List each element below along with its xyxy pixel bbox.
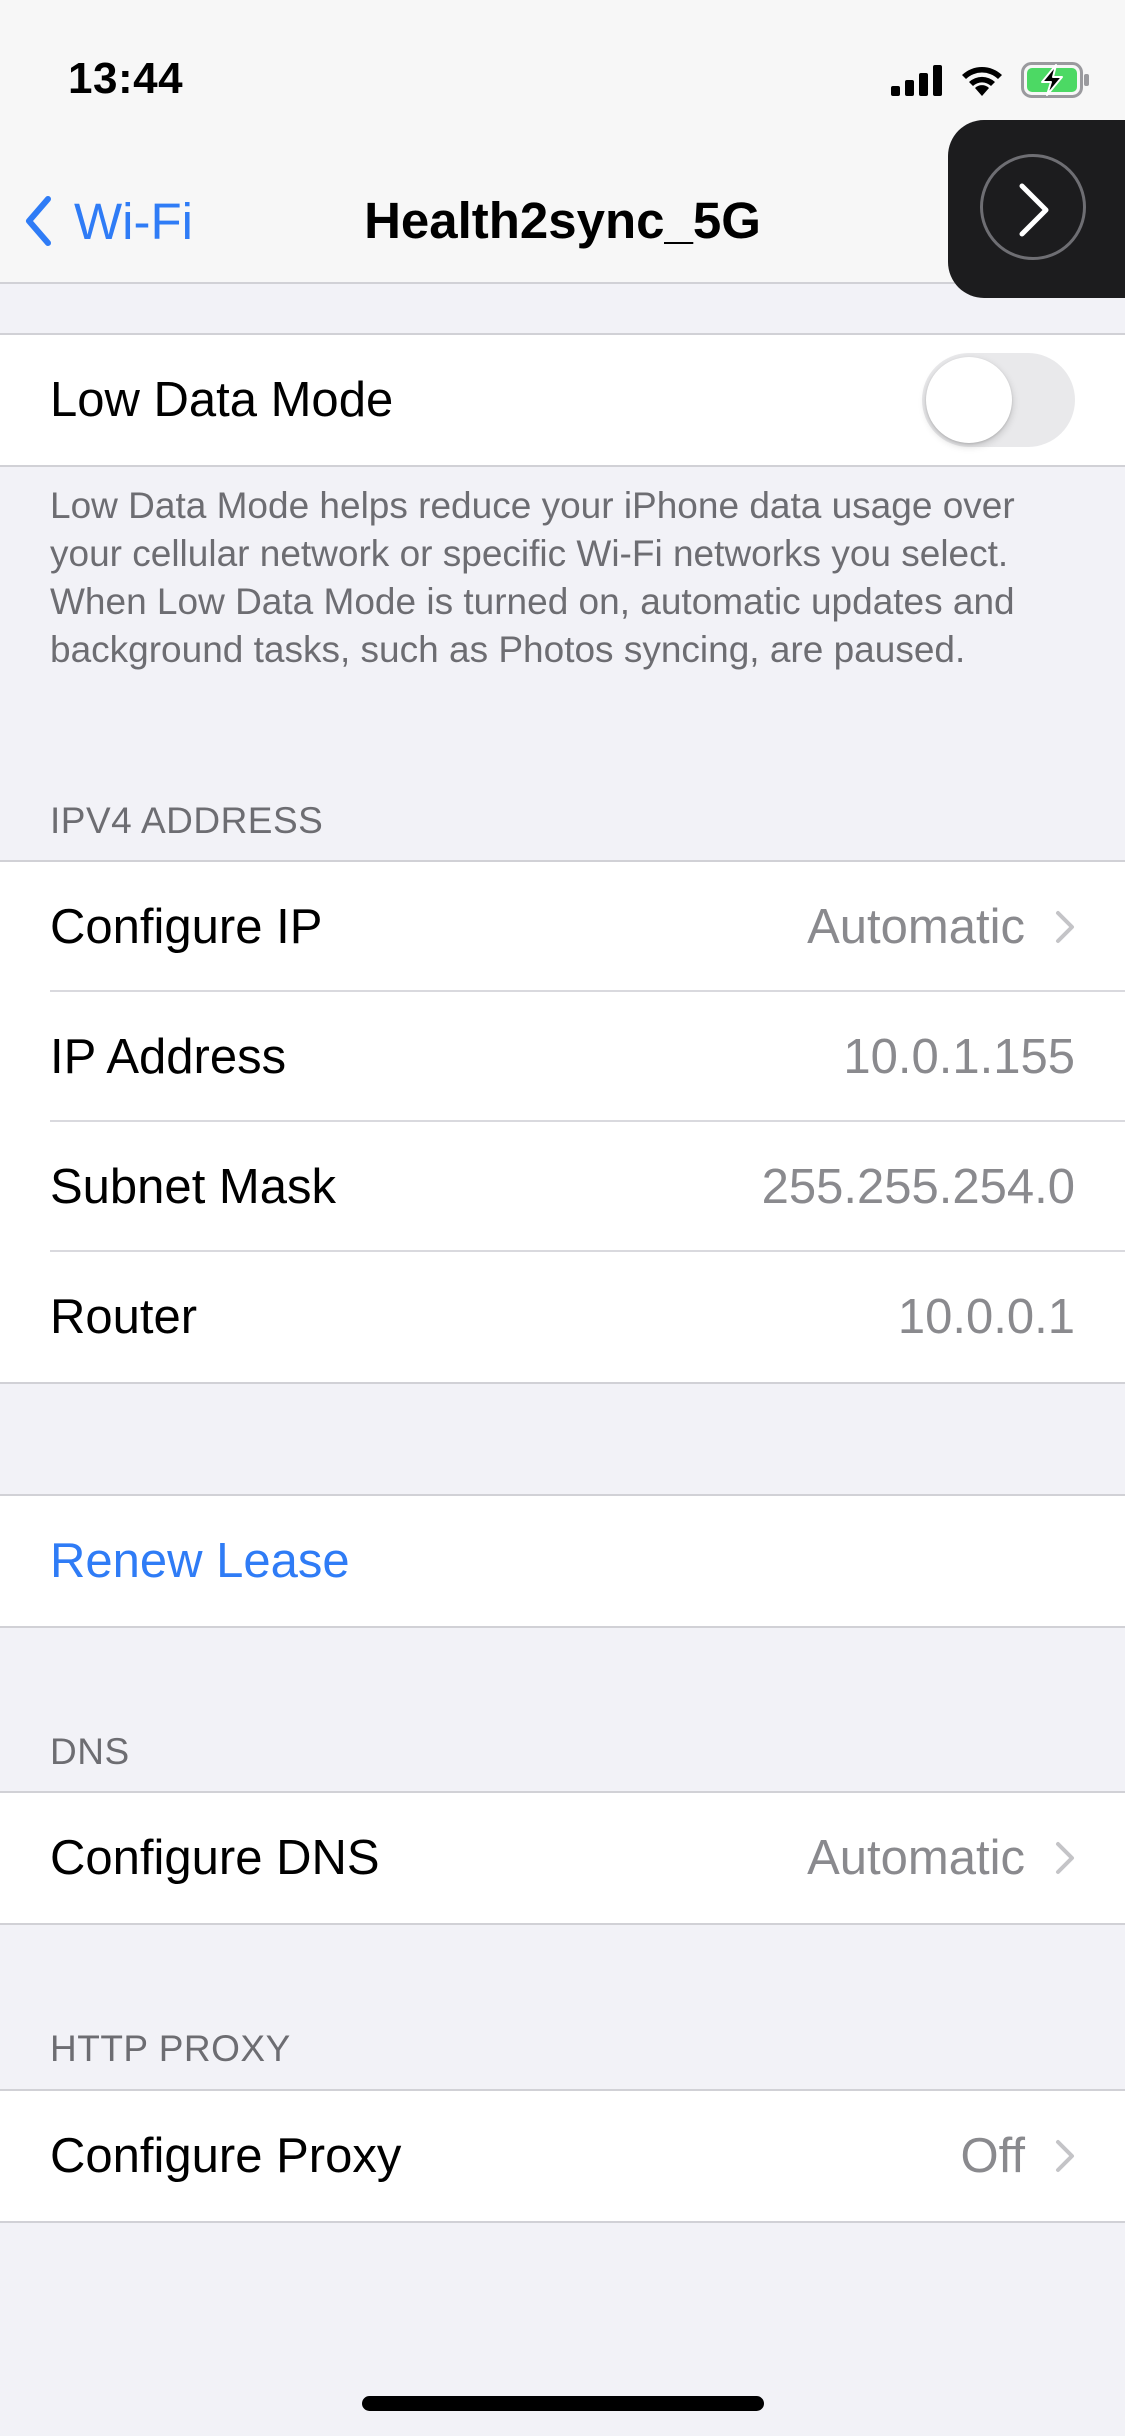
router-value: 10.0.0.1 — [897, 1290, 1075, 1344]
chevron-right-icon — [1056, 2140, 1074, 2172]
configure-proxy-value: Off — [960, 2129, 1025, 2183]
assistive-touch-button[interactable] — [948, 120, 1125, 298]
status-icons — [891, 61, 1091, 103]
chevron-right-icon — [1019, 183, 1049, 237]
http-proxy-group: Configure Proxy Off — [0, 2089, 1125, 2223]
ipv4-section-header: IPV4 ADDRESS — [50, 800, 324, 841]
ip-address-label: IP Address — [50, 1030, 287, 1084]
status-time: 13:44 — [68, 54, 184, 103]
configure-dns-value: Automatic — [807, 1831, 1025, 1885]
low-data-mode-label: Low Data Mode — [50, 373, 394, 427]
configure-proxy-row[interactable]: Configure Proxy Off — [0, 2091, 1125, 2221]
configure-ip-value: Automatic — [807, 900, 1025, 954]
ip-address-value: 10.0.1.155 — [843, 1030, 1075, 1084]
chevron-right-icon — [1056, 911, 1074, 943]
configure-ip-label: Configure IP — [50, 900, 323, 954]
chevron-left-icon — [26, 196, 51, 246]
toggle-knob — [926, 357, 1012, 443]
dns-section-header: DNS — [50, 1731, 130, 1772]
subnet-mask-row: Subnet Mask 255.255.254.0 — [0, 1120, 1125, 1252]
back-button[interactable]: Wi-Fi — [24, 184, 193, 258]
configure-ip-row[interactable]: Configure IP Automatic — [0, 862, 1125, 992]
subnet-mask-label: Subnet Mask — [50, 1160, 336, 1214]
configure-dns-row[interactable]: Configure DNS Automatic — [0, 1793, 1125, 1923]
back-button-label: Wi-Fi — [74, 192, 193, 250]
subnet-mask-value: 255.255.254.0 — [761, 1160, 1075, 1214]
battery-charging-icon — [1021, 61, 1091, 103]
low-data-mode-toggle[interactable] — [922, 353, 1075, 447]
cellular-signal-icon — [891, 64, 943, 101]
configure-proxy-label: Configure Proxy — [50, 2129, 402, 2183]
low-data-mode-row: Low Data Mode — [0, 335, 1125, 465]
low-data-mode-description: Low Data Mode helps reduce your iPhone d… — [50, 485, 1015, 670]
renew-lease-group: Renew Lease — [0, 1494, 1125, 1628]
dns-group: Configure DNS Automatic — [0, 1791, 1125, 1925]
renew-lease-label: Renew Lease — [50, 1534, 350, 1588]
renew-lease-button[interactable]: Renew Lease — [0, 1496, 1125, 1626]
ip-address-row: IP Address 10.0.1.155 — [0, 990, 1125, 1122]
chevron-right-icon — [1056, 1842, 1074, 1874]
router-label: Router — [50, 1290, 198, 1344]
router-row: Router 10.0.0.1 — [0, 1250, 1125, 1382]
wifi-icon — [959, 63, 1005, 102]
low-data-mode-group: Low Data Mode — [0, 333, 1125, 467]
configure-dns-label: Configure DNS — [50, 1831, 380, 1885]
http-proxy-section-header: HTTP PROXY — [50, 2028, 291, 2069]
home-indicator[interactable] — [362, 2396, 764, 2411]
ipv4-group: Configure IP Automatic IP Address 10.0.1… — [0, 860, 1125, 1384]
